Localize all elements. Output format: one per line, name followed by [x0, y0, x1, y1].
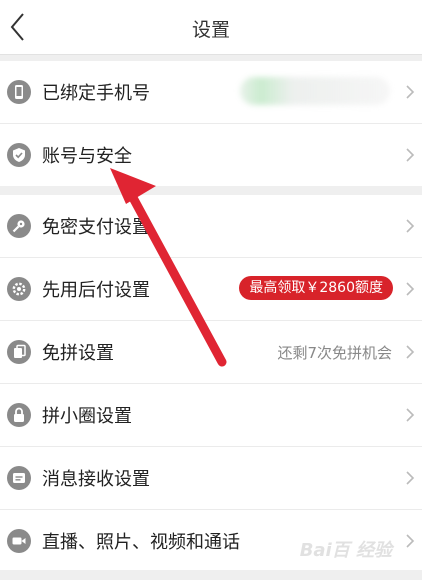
masked-phone-number [240, 77, 390, 105]
chevron-right-icon [406, 148, 415, 162]
settings-row-notifications[interactable]: 消息接收设置 [0, 447, 422, 510]
settings-row-label: 账号与安全 [42, 146, 132, 167]
settings-row-circle[interactable]: 拼小圈设置 [0, 384, 422, 447]
chevron-right-icon [406, 282, 415, 296]
key-icon [7, 214, 31, 238]
chevron-right-icon [406, 534, 415, 548]
shield-icon [7, 143, 31, 167]
chevron-right-icon [406, 345, 415, 359]
promo-badge[interactable]: 最高领取￥2860额度 [239, 276, 393, 300]
settings-row-label: 直播、照片、视频和通话 [42, 532, 240, 553]
message-icon [7, 466, 31, 490]
account-group: 已绑定手机号 账号与安全 [0, 61, 422, 186]
settings-row-account-security[interactable]: 账号与安全 [0, 124, 422, 186]
phone-icon [7, 80, 31, 104]
settings-row-pay-later[interactable]: 先用后付设置 最高领取￥2860额度 [0, 258, 422, 321]
settings-row-skip-group[interactable]: 免拼设置 还剩7次免拼机会 [0, 321, 422, 384]
settings-row-bound-phone[interactable]: 已绑定手机号 [0, 61, 422, 124]
chevron-right-icon [406, 408, 415, 422]
copy-icon [7, 340, 31, 364]
remaining-count-text: 还剩7次免拼机会 [277, 344, 392, 362]
settings-row-label: 免拼设置 [42, 343, 114, 364]
settings-row-label: 免密支付设置 [42, 217, 150, 238]
gear-icon [7, 277, 31, 301]
chevron-right-icon [406, 219, 415, 233]
video-camera-icon [7, 529, 31, 553]
preferences-group: 免密支付设置 先用后付设置 最高领取￥2860额度 免拼设置 还剩7次免拼机会 … [0, 195, 422, 570]
chevron-right-icon [406, 85, 415, 99]
settings-row-label: 先用后付设置 [42, 280, 150, 301]
lock-icon [7, 403, 31, 427]
page-title: 设置 [191, 19, 230, 41]
settings-row-label: 拼小圈设置 [42, 406, 132, 427]
settings-row-label: 消息接收设置 [42, 469, 150, 490]
chevron-right-icon [406, 471, 415, 485]
top-bar: 设置 [0, 0, 422, 55]
settings-row-label: 已绑定手机号 [42, 83, 150, 104]
watermark: Bai百 经验 [299, 540, 392, 561]
settings-row-password-free-payment[interactable]: 免密支付设置 [0, 195, 422, 258]
